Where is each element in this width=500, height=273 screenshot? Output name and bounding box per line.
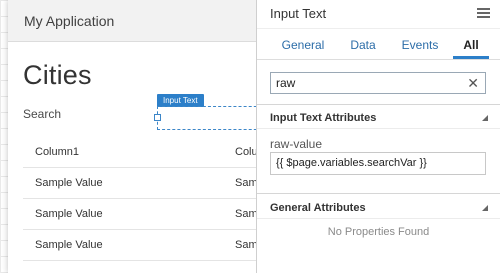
collapse-arrow-icon[interactable] [482, 115, 488, 121]
filter-value[interactable]: raw [276, 73, 295, 93]
empty-state-text: No Properties Found [327, 226, 430, 238]
property-filter-input[interactable]: raw ✕ [270, 72, 486, 94]
table-cell: Sam [235, 239, 256, 251]
tab-events[interactable]: Events [397, 29, 443, 59]
panel-tabs: General Data Events All [257, 29, 500, 60]
app-canvas: My Application Cities Search Input Text … [8, 0, 256, 273]
hamburger-menu-icon[interactable] [477, 8, 490, 20]
table-cell: Sample Value [35, 208, 103, 220]
panel-header: Input Text [257, 0, 500, 29]
section-title-general-attributes[interactable]: General Attributes [270, 202, 366, 214]
column-header: Colu [235, 146, 256, 158]
attribute-label: raw-value [270, 137, 323, 151]
resize-handle[interactable] [154, 114, 161, 121]
tab-data[interactable]: Data [345, 29, 381, 59]
table-cell: Sam [235, 208, 256, 220]
properties-panel: Input Text General Data Events All raw ✕… [256, 0, 500, 273]
section-divider [257, 128, 500, 129]
app-title: My Application [24, 13, 115, 29]
table-row[interactable]: Sample Value Sam [23, 199, 256, 230]
close-icon[interactable]: ✕ [467, 74, 479, 92]
section-divider [257, 218, 500, 219]
section-divider [257, 104, 500, 105]
section-title-input-text-attributes[interactable]: Input Text Attributes [270, 112, 376, 124]
table-row[interactable]: Sample Value Sam [23, 168, 256, 199]
app-header: My Application [8, 0, 256, 42]
panel-title: Input Text [270, 6, 327, 21]
tab-all[interactable]: All [453, 29, 489, 59]
search-input-text-component[interactable] [157, 106, 256, 130]
section-divider [257, 193, 500, 194]
page-title[interactable]: Cities [23, 60, 92, 91]
cities-table[interactable]: Column1 Colu Sample Value Sam Sample Val… [23, 137, 256, 261]
table-header-row: Column1 Colu [23, 137, 256, 168]
tab-general[interactable]: General [275, 29, 331, 59]
table-cell: Sam [235, 177, 256, 189]
collapse-arrow-icon[interactable] [482, 205, 488, 211]
raw-value-field[interactable]: {{ $page.variables.searchVar }} [270, 152, 486, 175]
table-cell: Sample Value [35, 239, 103, 251]
table-row[interactable]: Sample Value Sam [23, 230, 256, 261]
column-header: Column1 [35, 146, 80, 158]
search-label[interactable]: Search [23, 107, 61, 121]
table-cell: Sample Value [35, 177, 103, 189]
